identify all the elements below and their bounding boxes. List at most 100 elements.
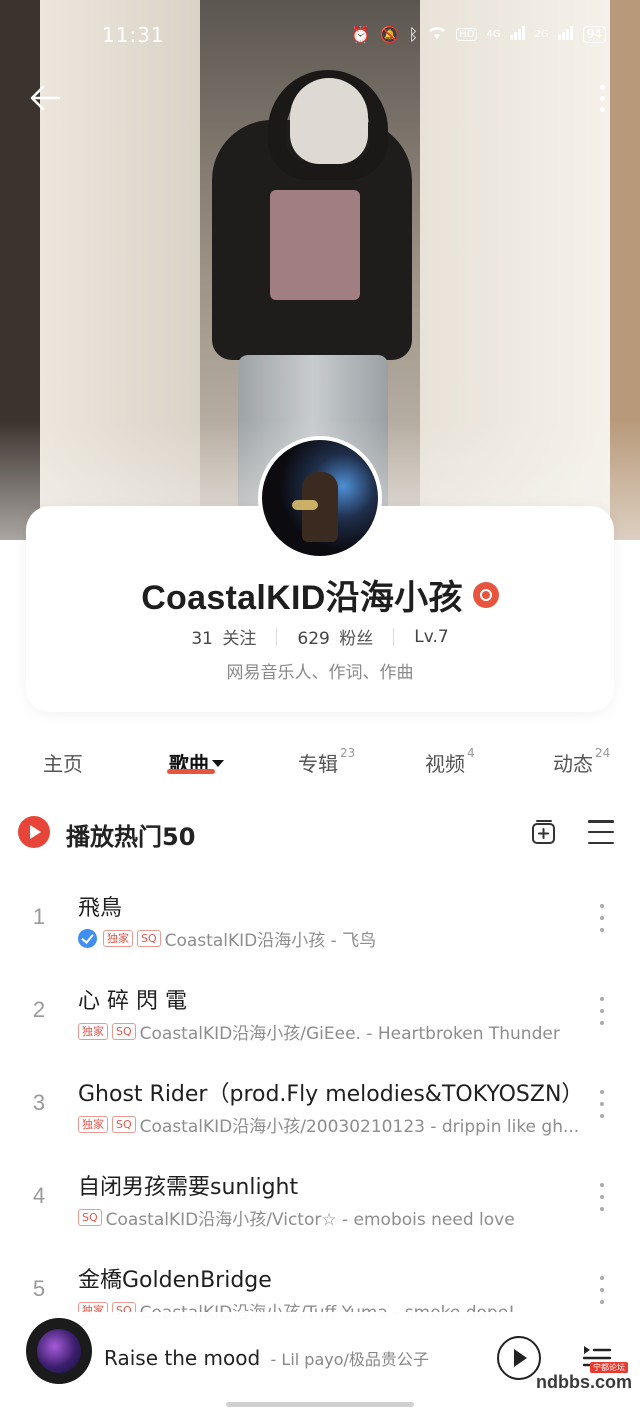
- hd-icon: HD: [456, 27, 478, 41]
- verified-check-icon: [78, 929, 97, 948]
- battery-icon: 94: [582, 25, 606, 43]
- song-more-button[interactable]: [596, 904, 608, 932]
- bluetooth-icon: ᛒ: [408, 24, 419, 44]
- song-artist-album: CoastalKID沿海小孩 - 飞鸟: [164, 931, 377, 951]
- more-dot: [599, 84, 605, 90]
- signal-2g-label: 2G: [534, 28, 549, 40]
- song-title: 心 碎 閃 電: [78, 989, 187, 1014]
- site-watermark: 宁都论坛 ndbbs.com: [508, 1362, 632, 1398]
- song-meta: SQ CoastalKID沿海小孩/Victor☆ - emobois need…: [78, 1205, 583, 1230]
- profile-tabs: 主页 歌曲 专辑 23 视频 4 动态 24: [0, 740, 640, 784]
- song-meta: 独家 SQ CoastalKID沿海小孩/GiEee. - Heartbroke…: [78, 1019, 583, 1044]
- profile-stats: 31 关注 629 粉丝 Lv.7: [0, 624, 640, 650]
- hot-songs-header: 播放热门50: [0, 808, 640, 858]
- song-meta: 独家 SQ CoastalKID沿海小孩/20030210123 - dripp…: [78, 1112, 583, 1137]
- wifi-icon: [427, 24, 447, 44]
- list-line: [588, 841, 614, 844]
- level-badge[interactable]: Lv.7: [414, 627, 448, 647]
- tab-albums[interactable]: 专辑 23: [298, 746, 356, 777]
- play-all-icon[interactable]: [18, 816, 50, 848]
- artist-bio: 网易音乐人、作词、作曲: [226, 663, 414, 683]
- more-dot: [599, 106, 605, 112]
- back-button[interactable]: [26, 78, 66, 118]
- now-playing-artist: - Lil payo/极品贵公子: [270, 1350, 429, 1369]
- list-line: [588, 820, 614, 823]
- song-list: 1 飛鳥 独家 SQ CoastalKID沿海小孩 - 飞鸟 2 心 碎 閃 電…: [0, 870, 640, 1335]
- artist-name: CoastalKID沿海小孩: [141, 579, 463, 617]
- alarm-icon: ⏰: [350, 24, 371, 44]
- song-title: 飛鳥: [78, 896, 123, 921]
- active-tab-indicator: [167, 769, 215, 774]
- song-row[interactable]: 1 飛鳥 独家 SQ CoastalKID沿海小孩 - 飞鸟: [0, 870, 640, 963]
- tab-label: 主页: [43, 752, 83, 776]
- top-navigation: [0, 70, 640, 126]
- song-title: 自闭男孩需要sunlight: [78, 1175, 299, 1200]
- signal-2g-icon: [557, 25, 574, 44]
- status-time: 11:31: [102, 23, 165, 47]
- tab-videos[interactable]: 视频 4: [425, 746, 475, 777]
- following-stat[interactable]: 31 关注: [191, 624, 256, 649]
- sq-tag: SQ: [78, 1209, 102, 1226]
- tab-label: 专辑: [298, 752, 338, 776]
- song-index: 3: [32, 1090, 46, 1115]
- tab-count: 24: [595, 746, 611, 760]
- now-playing-cover[interactable]: [26, 1318, 92, 1384]
- song-index: 1: [32, 904, 46, 929]
- signal-4g-icon: [509, 25, 526, 44]
- song-more-button[interactable]: [596, 1183, 608, 1211]
- list-line: [588, 830, 614, 834]
- home-indicator[interactable]: [226, 1402, 414, 1407]
- now-playing-info[interactable]: Raise the mood - Lil payo/极品贵公子: [104, 1346, 429, 1370]
- followers-label: 粉丝: [339, 629, 374, 649]
- song-row[interactable]: 4 自闭男孩需要sunlight SQ CoastalKID沿海小孩/Victo…: [0, 1149, 640, 1242]
- avatar[interactable]: [258, 436, 382, 560]
- tab-count: 4: [467, 746, 475, 760]
- sq-tag: SQ: [137, 930, 161, 947]
- tab-label: 视频: [425, 752, 465, 776]
- following-label: 关注: [222, 629, 257, 649]
- song-artist-album: CoastalKID沿海小孩/GiEee. - Heartbroken Thun…: [139, 1024, 560, 1044]
- followers-count: 629: [297, 629, 330, 649]
- song-row[interactable]: 2 心 碎 閃 電 独家 SQ CoastalKID沿海小孩/GiEee. - …: [0, 963, 640, 1056]
- artist-name-row: CoastalKID沿海小孩: [0, 570, 640, 619]
- song-title: Ghost Rider（prod.Fly melodies&TOKYOSZN）: [78, 1082, 584, 1107]
- section-title[interactable]: 播放热门50: [66, 817, 195, 852]
- song-artist-album: CoastalKID沿海小孩/20030210123 - drippin lik…: [139, 1117, 580, 1137]
- add-to-playlist-icon: [532, 820, 555, 844]
- song-more-button[interactable]: [596, 997, 608, 1025]
- exclusive-tag: 独家: [103, 930, 133, 947]
- back-arrow-icon: [30, 85, 61, 111]
- more-dot: [599, 95, 605, 101]
- tab-activity[interactable]: 动态 24: [553, 746, 611, 777]
- song-more-button[interactable]: [596, 1090, 608, 1118]
- now-playing-title: Raise the mood: [104, 1346, 261, 1370]
- followers-stat[interactable]: 629 粉丝: [297, 624, 373, 649]
- tab-label: 动态: [553, 752, 593, 776]
- sq-tag: SQ: [112, 1116, 136, 1133]
- song-row[interactable]: 3 Ghost Rider（prod.Fly melodies&TOKYOSZN…: [0, 1056, 640, 1149]
- exclusive-tag: 独家: [78, 1023, 108, 1040]
- add-to-playlist-button[interactable]: [530, 818, 558, 846]
- song-index: 5: [32, 1276, 46, 1301]
- song-title: 金橋GoldenBridge: [78, 1268, 272, 1293]
- stat-divider: [393, 627, 395, 646]
- song-more-button[interactable]: [596, 1276, 608, 1304]
- mute-icon: 🔕: [379, 24, 400, 44]
- signal-4g-label: 4G: [486, 28, 501, 40]
- more-options-button[interactable]: [590, 78, 614, 118]
- following-count: 31: [191, 629, 213, 649]
- watermark-text: ndbbs.com: [535, 1372, 632, 1392]
- exclusive-tag: 独家: [78, 1116, 108, 1133]
- status-bar: 11:31 ⏰ 🔕 ᛒ HD 4G 2G 94: [0, 0, 640, 70]
- dropdown-caret-icon: [212, 760, 224, 767]
- multi-select-button[interactable]: [588, 820, 614, 844]
- song-index: 4: [32, 1183, 46, 1208]
- stat-divider: [276, 627, 278, 646]
- song-index: 2: [32, 997, 46, 1022]
- tab-home[interactable]: 主页: [43, 748, 83, 777]
- song-artist-album: CoastalKID沿海小孩/Victor☆ - emobois need lo…: [105, 1210, 515, 1230]
- tab-count: 23: [340, 746, 356, 760]
- sq-tag: SQ: [112, 1023, 136, 1040]
- song-meta: 独家 SQ CoastalKID沿海小孩 - 飞鸟: [78, 926, 583, 951]
- musician-badge-icon[interactable]: [472, 581, 499, 608]
